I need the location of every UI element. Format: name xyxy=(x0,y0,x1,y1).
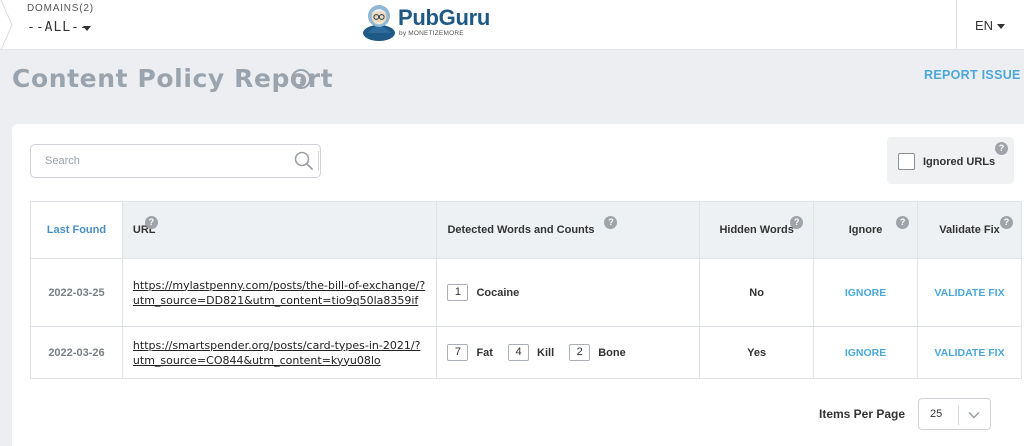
search-icon[interactable] xyxy=(293,150,315,172)
items-per-page-label: Items Per Page xyxy=(819,407,906,421)
guru-mascot-icon xyxy=(363,5,395,41)
help-icon[interactable]: ? xyxy=(896,216,910,229)
hidden-words-cell: Yes xyxy=(699,326,815,379)
detected-words-cell: 1 Cocaine xyxy=(436,258,701,327)
report-issue-link[interactable]: REPORT ISSUE xyxy=(924,68,1021,82)
pubguru-logo: PubGuru by MONETIZEMORE xyxy=(362,0,502,44)
ignore-button[interactable]: IGNORE xyxy=(845,287,886,299)
help-icon[interactable]: ? xyxy=(1000,216,1014,229)
domains-value[interactable]: --ALL-- xyxy=(27,20,89,35)
url-link[interactable]: https://mylastpenny.com/posts/the-bill-o… xyxy=(133,279,425,307)
column-header-detected-words: Detected Words and Counts? xyxy=(436,201,701,259)
column-header-ignore: Ignore? xyxy=(813,201,919,259)
brand-name: PubGuru xyxy=(398,5,491,30)
last-found-cell: 2022-03-26 xyxy=(30,326,123,379)
word-count-badge: 4 xyxy=(508,344,530,361)
last-found-cell: 2022-03-25 xyxy=(30,258,123,327)
caret-down-icon[interactable] xyxy=(83,26,91,31)
items-per-page-value: 25 xyxy=(930,408,943,420)
word-count-item: 4 Kill xyxy=(508,344,554,361)
ignore-button[interactable]: IGNORE xyxy=(845,347,886,359)
detected-words-cell: 7 Fat 4 Kill 2 Bone xyxy=(436,326,701,379)
domains-selector[interactable]: DOMAINS(2) --ALL-- xyxy=(0,0,120,50)
validate-fix-button[interactable]: VALIDATE FIX xyxy=(934,347,1004,359)
word-count-item: 7 Fat xyxy=(447,344,493,361)
ignore-cell: IGNORE xyxy=(813,258,919,327)
page-title: Content Policy Report xyxy=(12,64,334,93)
table-row: 2022-03-26 https://smartspender.org/post… xyxy=(30,326,1022,379)
ignore-cell: IGNORE xyxy=(813,326,919,379)
language-selector[interactable]: EN xyxy=(956,0,1024,50)
chevron-down-icon[interactable] xyxy=(967,408,981,422)
word-label: Bone xyxy=(598,346,626,359)
validate-fix-cell: VALIDATE FIX xyxy=(917,258,1022,327)
items-per-page-select[interactable]: 25 xyxy=(918,398,991,430)
url-cell: https://mylastpenny.com/posts/the-bill-o… xyxy=(121,258,438,327)
table-row: 2022-03-25 https://mylastpenny.com/posts… xyxy=(30,258,1022,327)
word-label: Kill xyxy=(537,346,555,359)
ignored-urls-filter: Ignored URLs ? xyxy=(887,137,1014,184)
help-icon[interactable]: ? xyxy=(995,142,1008,155)
word-count-badge: 7 xyxy=(447,344,469,361)
top-bar: DOMAINS(2) --ALL-- PubGuru by MONETIZEMO… xyxy=(0,0,1024,50)
ignored-urls-label[interactable]: Ignored URLs xyxy=(923,156,995,168)
table-header-row: Last Found URL? Detected Words and Count… xyxy=(30,201,1022,259)
search-input[interactable] xyxy=(31,145,287,177)
ignored-urls-checkbox[interactable] xyxy=(898,153,915,170)
help-icon[interactable]: ? xyxy=(144,216,158,229)
domains-label: DOMAINS(2) xyxy=(27,3,94,14)
help-icon[interactable]: ? xyxy=(291,69,311,89)
word-count-badge: 2 xyxy=(569,344,591,361)
breadcrumb-arrow-icon xyxy=(0,0,13,50)
validate-fix-button[interactable]: VALIDATE FIX xyxy=(934,287,1004,299)
hidden-words-cell: No xyxy=(699,258,815,327)
word-label: Fat xyxy=(476,346,493,359)
help-icon[interactable]: ? xyxy=(604,216,618,229)
brand-subtitle: by MONETIZEMORE xyxy=(399,30,464,37)
word-count-item: 2 Bone xyxy=(569,344,626,361)
column-header-hidden-words: Hidden Words? xyxy=(699,201,815,259)
search-box xyxy=(30,144,321,178)
url-link[interactable]: https://smartspender.org/posts/card-type… xyxy=(133,339,420,367)
word-count-badge: 1 xyxy=(447,284,469,301)
search-divider xyxy=(318,151,319,171)
language-value[interactable]: EN xyxy=(975,18,993,33)
caret-down-icon[interactable] xyxy=(997,24,1005,29)
validate-fix-cell: VALIDATE FIX xyxy=(917,326,1022,379)
column-header-url: URL? xyxy=(121,201,438,259)
word-label: Cocaine xyxy=(476,286,520,299)
help-icon[interactable]: ? xyxy=(790,216,804,229)
word-count-item: 1 Cocaine xyxy=(447,284,519,301)
report-table: Last Found URL? Detected Words and Count… xyxy=(30,201,1022,379)
url-cell: https://smartspender.org/posts/card-type… xyxy=(121,326,438,379)
column-header-last-found[interactable]: Last Found xyxy=(30,201,123,259)
column-header-validate-fix: Validate Fix? xyxy=(917,201,1022,259)
select-divider xyxy=(958,405,959,425)
